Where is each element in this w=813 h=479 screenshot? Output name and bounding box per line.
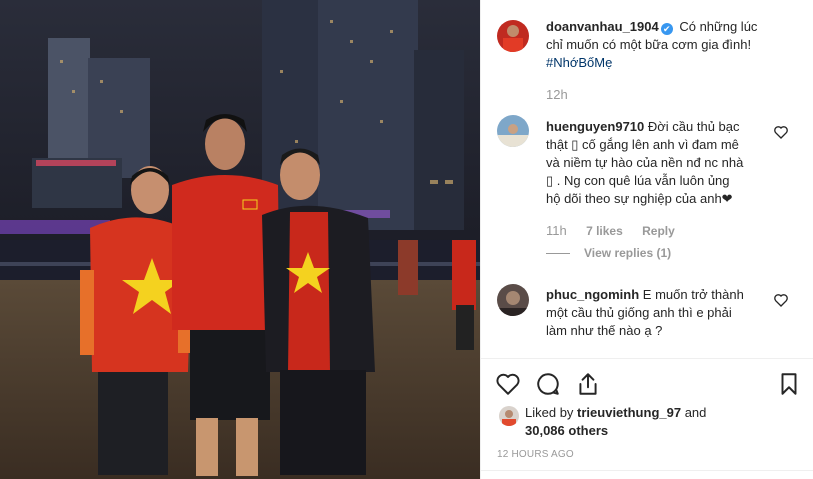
comment-text: hộ dõi theo sự nghiệp của anh❤: [546, 191, 733, 206]
replies-line: [546, 253, 570, 255]
post-timestamp: 12 HOURS AGO: [497, 449, 574, 460]
commenter-avatar[interactable]: [497, 284, 529, 316]
comment-item: huenguyen9710 Đời cầu thủ bạc thật ▯ cố …: [546, 118, 776, 208]
comment-like-heart-icon[interactable]: [773, 124, 789, 140]
comment-like-heart-icon[interactable]: [773, 292, 789, 308]
likes-count[interactable]: 30,086 others: [525, 423, 608, 438]
actions-divider: [481, 358, 813, 359]
caption-text-line2: chỉ muốn có một bữa cơm gia đình!: [546, 37, 752, 52]
bottom-divider: [481, 470, 813, 471]
comment-text: E muốn trở thành: [642, 287, 744, 302]
comment-icon[interactable]: [535, 371, 561, 397]
comment-item: phuc_ngominh E muốn trở thành một cầu th…: [546, 286, 776, 340]
liked-by-summary: Liked by trieuviethung_97 and 30,086 oth…: [525, 404, 795, 440]
comment-username[interactable]: phuc_ngominh: [546, 287, 639, 302]
liker-avatar[interactable]: [499, 406, 519, 426]
comment-time: 11h: [546, 223, 567, 238]
view-replies-button[interactable]: View replies (1): [546, 246, 671, 260]
post-caption: doanvanhau_1904 ✔ Có những lúc chỉ muốn c…: [546, 18, 801, 104]
commenter-avatar[interactable]: [497, 115, 529, 147]
view-replies-label[interactable]: View replies (1): [584, 246, 671, 260]
post-details-panel: doanvanhau_1904 ✔ Có những lúc chỉ muốn c…: [480, 0, 813, 479]
author-avatar[interactable]: [497, 20, 529, 52]
liker-username[interactable]: trieuviethung_97: [577, 405, 681, 420]
heart-icon[interactable]: [495, 371, 521, 397]
caption-text-line1: Có những lúc: [679, 19, 758, 34]
share-icon[interactable]: [575, 371, 601, 397]
comment-likes-count[interactable]: 7 likes: [586, 224, 623, 238]
comment-text: và niềm tự hào của nền nđ nc nhà: [546, 155, 744, 170]
liked-by-prefix: Liked by: [525, 405, 574, 420]
reply-button[interactable]: Reply: [642, 224, 675, 238]
caption-hashtag[interactable]: #NhớBốMẹ: [546, 54, 801, 72]
post-photo: [0, 0, 480, 479]
comment-text: một cầu thủ giống anh thì e phải: [546, 305, 732, 320]
comment-text: ▯ . Ng con quê lúa vẫn luôn ủng: [546, 173, 730, 188]
comment-text: làm như thế nào ạ ?: [546, 323, 663, 338]
bookmark-icon[interactable]: [776, 371, 802, 397]
comment-meta: 11h 7 likes Reply: [546, 223, 691, 238]
caption-time: 12h: [546, 87, 568, 102]
verified-badge-icon: ✔: [660, 23, 673, 35]
liked-by-and: and: [684, 405, 707, 420]
comment-text: Đời cầu thủ bạc: [647, 119, 740, 134]
comment-text: thật ▯ cố gắng lên anh vì đam mê: [546, 137, 739, 152]
author-username[interactable]: doanvanhau_1904: [546, 19, 659, 34]
comment-username[interactable]: huenguyen9710: [546, 119, 644, 134]
